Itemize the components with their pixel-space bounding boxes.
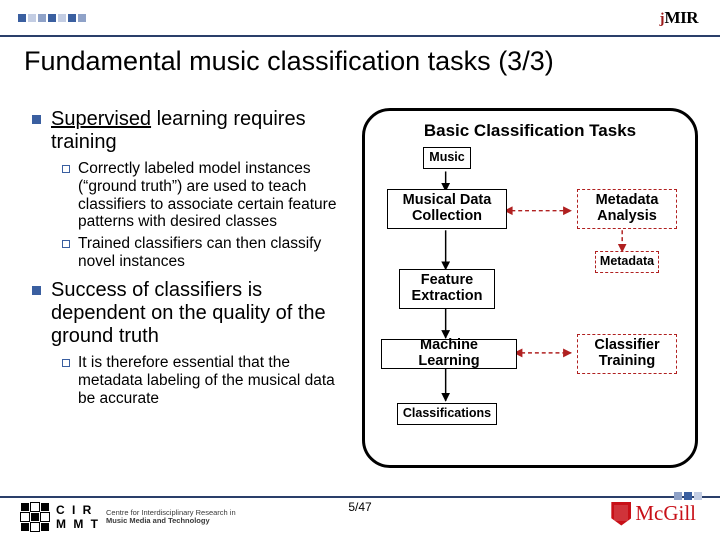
mcgill-text: McGill: [635, 501, 696, 526]
text-body: Supervised learning requires training Co…: [32, 108, 344, 411]
bullet-hollow-icon: [62, 359, 70, 367]
slide: jMIR Fundamental music classification ta…: [0, 0, 720, 540]
bullet-text: Success of classifiers is dependent on t…: [51, 279, 344, 348]
bullet-text: It is therefore essential that the metad…: [78, 354, 344, 407]
bullet-square-icon: [32, 115, 41, 124]
bullet-text: Correctly labeled model instances (“grou…: [78, 160, 344, 231]
box-musical-data-collection: Musical Data Collection: [387, 189, 507, 229]
bullet-hollow-icon: [62, 240, 70, 248]
corner-squares-top: [18, 14, 86, 22]
footer: C I R M M T Centre for Interdisciplinary…: [0, 494, 720, 534]
mcgill-logo: McGill: [611, 501, 696, 526]
cirmmt-text-line2: Music Media and Technology: [106, 517, 236, 525]
bullet-level2: Trained classifiers can then classify no…: [62, 235, 344, 271]
divider-top: [0, 35, 720, 37]
box-metadata: Metadata: [595, 251, 659, 273]
cirmmt-acronym: C I R M M T: [56, 503, 100, 531]
box-classifications: Classifications: [397, 403, 497, 425]
underlined-word: Supervised: [51, 108, 151, 130]
cirmmt-grid-icon: [20, 502, 50, 532]
bullet-level2: Correctly labeled model instances (“grou…: [62, 160, 344, 231]
page-number: 5/47: [348, 500, 371, 514]
slide-title: Fundamental music classification tasks (…: [24, 46, 554, 77]
cirmmt-logo: C I R M M T Centre for Interdisciplinary…: [20, 502, 236, 532]
box-classifier-training: Classifier Training: [577, 334, 677, 374]
bullet-level1: Supervised learning requires training: [32, 108, 344, 154]
mcgill-crest-icon: [611, 502, 631, 526]
flow-diagram: Basic Classification Tasks Music Musical…: [362, 108, 698, 468]
box-feature-extraction: Feature Extraction: [399, 269, 495, 309]
jmir-logo: jMIR: [660, 8, 698, 28]
bullet-level2: It is therefore essential that the metad…: [62, 354, 344, 407]
box-machine-learning: Machine Learning: [381, 339, 517, 369]
box-music: Music: [423, 147, 471, 169]
diagram-title: Basic Classification Tasks: [377, 121, 683, 141]
bullet-hollow-icon: [62, 165, 70, 173]
box-metadata-analysis: Metadata Analysis: [577, 189, 677, 229]
jmir-mir: MIR: [665, 8, 698, 27]
bullet-square-icon: [32, 286, 41, 295]
bullet-level1: Success of classifiers is dependent on t…: [32, 279, 344, 348]
bullet-text: Trained classifiers can then classify no…: [78, 235, 344, 271]
